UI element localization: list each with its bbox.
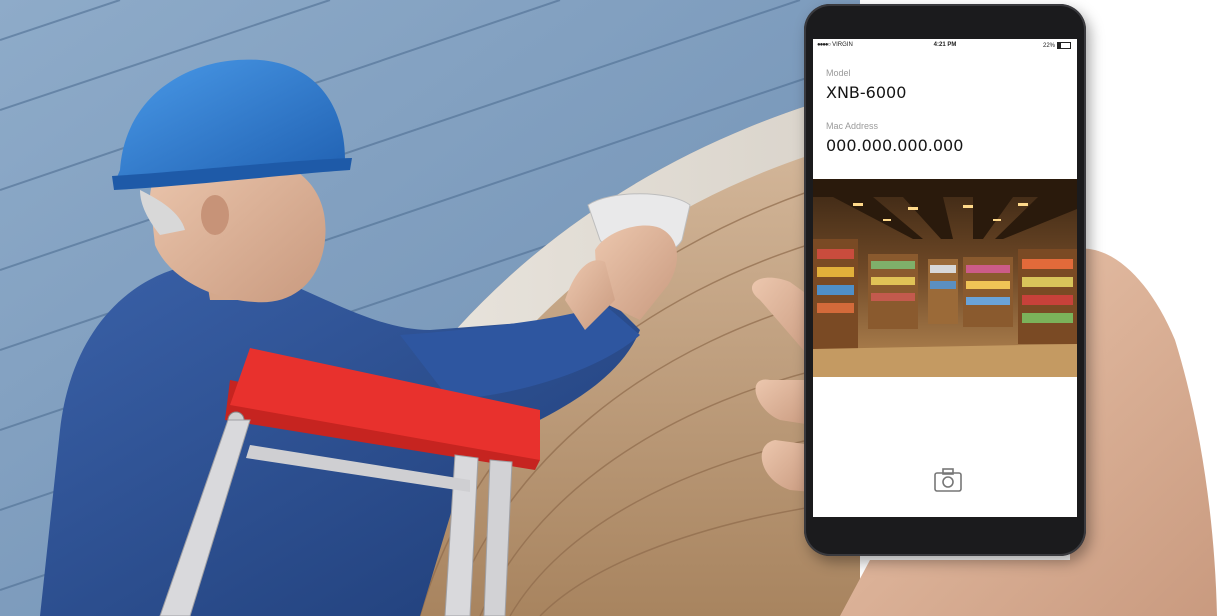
mac-address-label: Mac Address xyxy=(826,121,879,131)
smartphone: ●●●●○ VIRGIN 4:21 PM 22% Model XNB-6000 M… xyxy=(804,4,1086,556)
clock: 4:21 PM xyxy=(933,42,957,48)
camera-live-feed xyxy=(813,179,1077,377)
battery: 22% xyxy=(1043,42,1071,49)
mac-address-value: 000.000.000.000 xyxy=(826,136,964,155)
capture-button[interactable] xyxy=(933,467,963,493)
battery-icon xyxy=(1057,42,1071,49)
camera-icon xyxy=(934,468,962,492)
status-bar: ●●●●○ VIRGIN 4:21 PM 22% xyxy=(813,39,1077,53)
phone-screen: ●●●●○ VIRGIN 4:21 PM 22% Model XNB-6000 M… xyxy=(813,39,1077,517)
model-label: Model xyxy=(826,68,851,78)
model-value: XNB-6000 xyxy=(826,83,907,102)
